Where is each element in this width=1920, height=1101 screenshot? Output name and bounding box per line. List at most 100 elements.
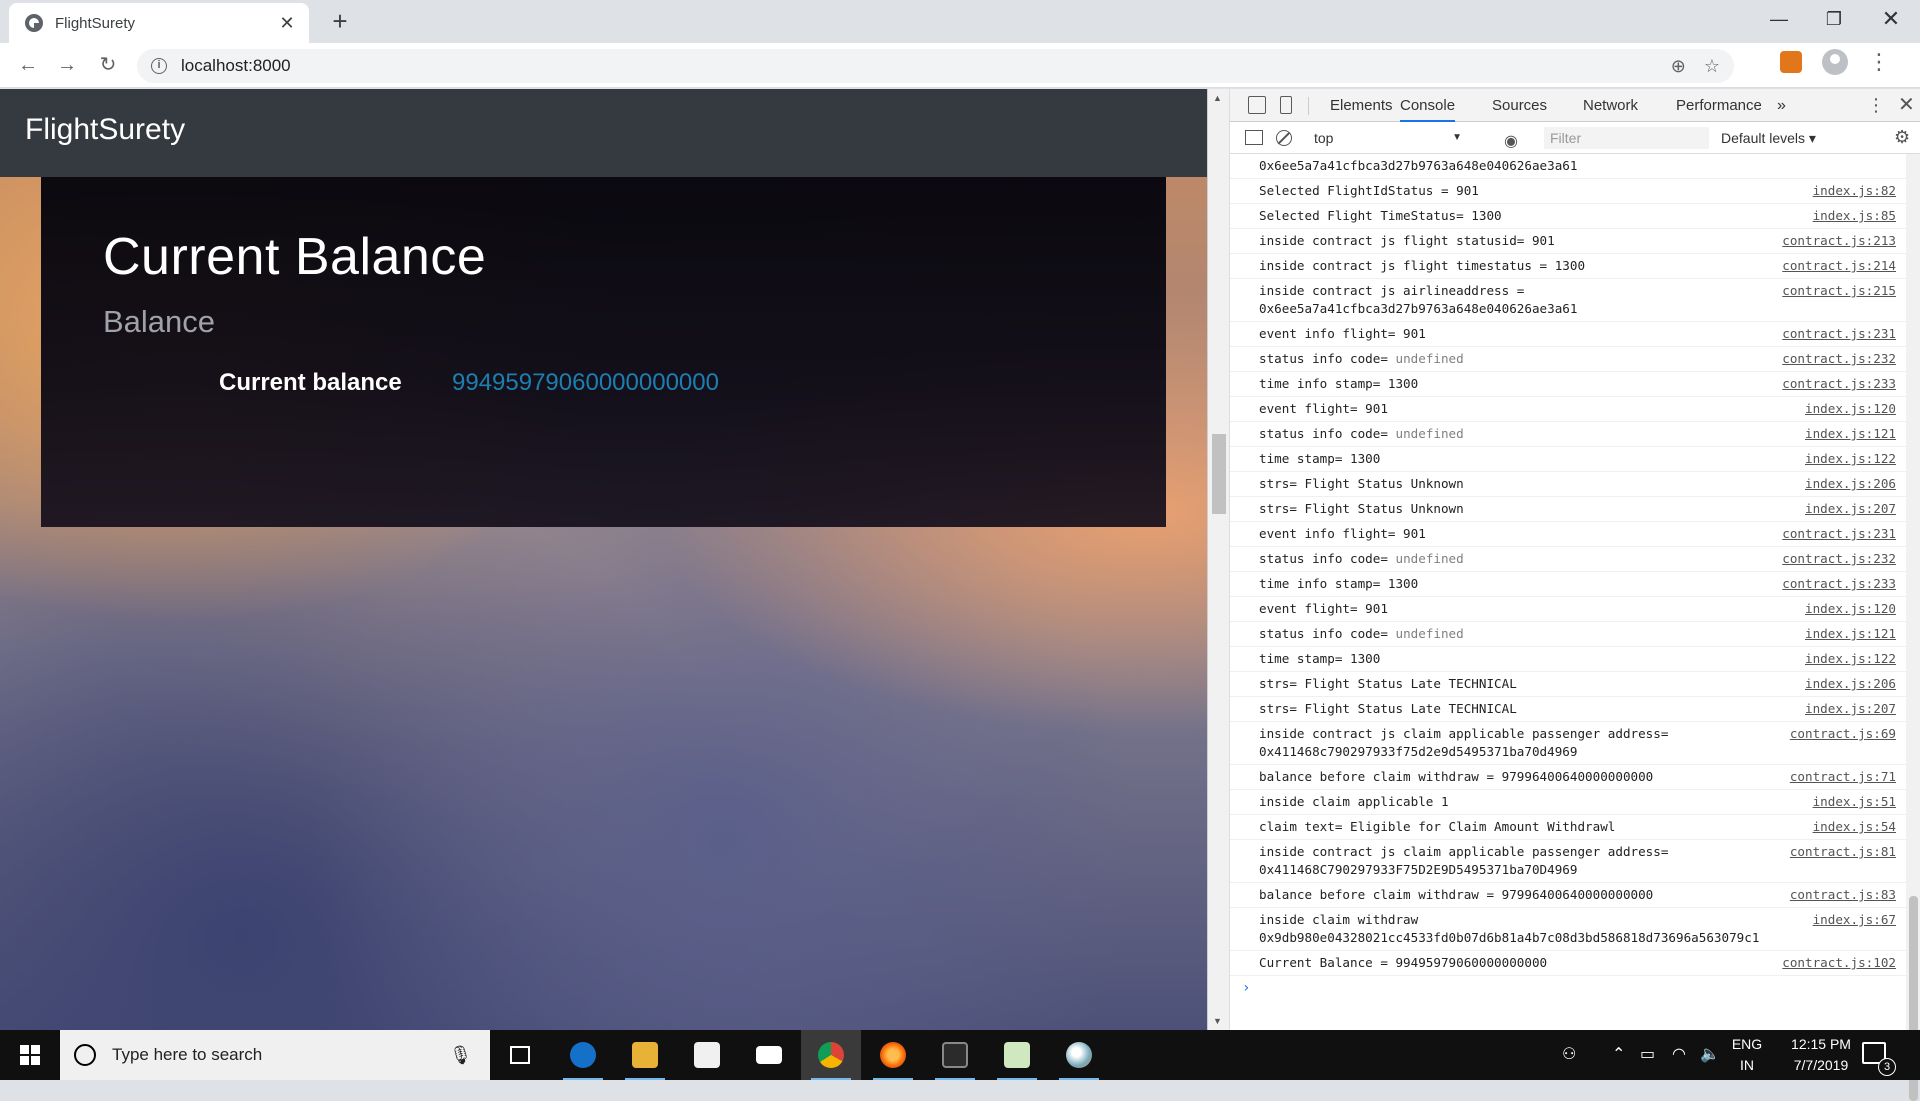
metamask-extension-icon[interactable]	[1780, 51, 1802, 73]
start-button[interactable]	[0, 1030, 60, 1080]
taskbar-file-explorer[interactable]	[615, 1030, 675, 1080]
log-source-link[interactable]: contract.js:81	[1790, 843, 1896, 861]
log-message: event flight= 901	[1259, 401, 1388, 416]
taskbar-notepad[interactable]	[987, 1030, 1047, 1080]
reload-button[interactable]: ↻	[94, 51, 122, 79]
log-source-link[interactable]: contract.js:214	[1782, 257, 1896, 275]
people-icon[interactable]: ⚇	[1562, 1030, 1576, 1080]
minimize-button[interactable]: —	[1750, 0, 1808, 40]
log-source-link[interactable]: index.js:122	[1805, 450, 1896, 468]
log-source-link[interactable]: contract.js:232	[1782, 350, 1896, 368]
log-source-link[interactable]: contract.js:231	[1782, 325, 1896, 343]
console-scrollbar[interactable]	[1906, 154, 1920, 1101]
log-source-link[interactable]: contract.js:71	[1790, 768, 1896, 786]
window-close-button[interactable]: ✕	[1862, 0, 1920, 40]
scroll-down-arrow-icon[interactable]: ▼	[1213, 1016, 1222, 1026]
taskbar-terminal[interactable]	[925, 1030, 985, 1080]
wifi-icon[interactable]: ◠	[1672, 1030, 1686, 1080]
scroll-up-arrow-icon[interactable]: ▲	[1213, 93, 1222, 103]
volume-icon[interactable]: 🔈	[1700, 1030, 1720, 1080]
log-message: Selected FlightIdStatus = 901	[1259, 183, 1479, 198]
console-prompt[interactable]: ›	[1230, 976, 1906, 1000]
info-icon[interactable]: i	[151, 58, 167, 74]
system-clock[interactable]: 12:15 PM 7/7/2019	[1766, 1034, 1876, 1076]
task-view-button[interactable]	[490, 1030, 550, 1080]
log-source-link[interactable]: index.js:122	[1805, 650, 1896, 668]
taskbar-store[interactable]	[677, 1030, 737, 1080]
taskbar-paint[interactable]	[1049, 1030, 1109, 1080]
bookmark-star-icon[interactable]: ☆	[1704, 56, 1720, 77]
devtools-menu-icon[interactable]: ⋮	[1867, 89, 1885, 122]
forward-button[interactable]: →	[53, 51, 81, 79]
show-hidden-icons[interactable]: ⌃	[1612, 1030, 1625, 1080]
taskbar-firefox[interactable]	[863, 1030, 923, 1080]
console-log-entry: inside contract js claim applicable pass…	[1230, 722, 1906, 765]
live-expression-eye-icon[interactable]: ◉	[1504, 131, 1518, 151]
navbar-brand[interactable]: FlightSurety	[25, 113, 185, 147]
tab-network[interactable]: Network	[1583, 89, 1638, 122]
inspect-element-icon[interactable]	[1248, 96, 1266, 114]
log-source-link[interactable]: index.js:82	[1813, 182, 1896, 200]
device-toolbar-icon[interactable]	[1280, 96, 1292, 114]
language-indicator[interactable]: ENG IN	[1727, 1034, 1767, 1076]
log-message: inside contract js flight statusid= 901	[1259, 233, 1555, 248]
browser-tab[interactable]: FlightSurety ✕	[9, 3, 309, 43]
log-source-link[interactable]: index.js:121	[1805, 625, 1896, 643]
tab-elements[interactable]: Elements	[1330, 89, 1393, 122]
console-log-entry: inside claim withdraw 0x9db980e04328021c…	[1230, 908, 1906, 951]
log-source-link[interactable]: contract.js:215	[1782, 282, 1896, 300]
console-log-entry: inside contract js flight timestatus = 1…	[1230, 254, 1906, 279]
log-source-link[interactable]: index.js:67	[1813, 911, 1896, 929]
log-source-link[interactable]: index.js:120	[1805, 600, 1896, 618]
log-source-link[interactable]: index.js:206	[1805, 475, 1896, 493]
log-source-link[interactable]: contract.js:231	[1782, 525, 1896, 543]
tab-sources[interactable]: Sources	[1492, 89, 1547, 122]
taskbar-edge[interactable]	[553, 1030, 613, 1080]
devtools-close-icon[interactable]: ✕	[1898, 89, 1915, 122]
filter-input[interactable]: Filter	[1544, 127, 1709, 149]
maximize-button[interactable]: ❐	[1805, 0, 1863, 40]
log-source-link[interactable]: contract.js:102	[1782, 954, 1896, 972]
console-sidebar-icon[interactable]	[1245, 130, 1263, 145]
log-source-link[interactable]: index.js:85	[1813, 207, 1896, 225]
taskbar-mail[interactable]	[739, 1030, 799, 1080]
log-source-link[interactable]: index.js:206	[1805, 675, 1896, 693]
log-source-link[interactable]: contract.js:83	[1790, 886, 1896, 904]
page-scroll-thumb[interactable]	[1212, 434, 1226, 514]
log-source-link[interactable]: contract.js:213	[1782, 232, 1896, 250]
log-message: time stamp= 1300	[1259, 651, 1381, 666]
log-undefined-value: undefined	[1395, 426, 1464, 441]
log-source-link[interactable]: index.js:120	[1805, 400, 1896, 418]
log-source-link[interactable]: index.js:207	[1805, 700, 1896, 718]
zoom-icon[interactable]: ⊕	[1671, 56, 1686, 77]
log-source-link[interactable]: contract.js:232	[1782, 550, 1896, 568]
address-bar[interactable]: i localhost:8000 ⊕ ☆	[137, 49, 1734, 83]
log-source-link[interactable]: contract.js:69	[1790, 725, 1896, 743]
tab-close-button[interactable]: ✕	[277, 13, 297, 34]
page-scrollbar[interactable]: ▲ ▼	[1208, 89, 1230, 1030]
log-source-link[interactable]: index.js:54	[1813, 818, 1896, 836]
profile-avatar[interactable]	[1822, 49, 1848, 75]
url-text[interactable]: localhost:8000	[181, 56, 291, 76]
back-button[interactable]: ←	[14, 51, 42, 79]
log-source-link[interactable]: contract.js:233	[1782, 575, 1896, 593]
tab-performance[interactable]: Performance	[1676, 89, 1762, 122]
log-source-link[interactable]: index.js:121	[1805, 425, 1896, 443]
battery-icon[interactable]: ▭	[1640, 1030, 1655, 1080]
log-source-link[interactable]: index.js:207	[1805, 500, 1896, 518]
log-levels-dropdown[interactable]: Default levels ▾	[1721, 122, 1816, 154]
browser-menu-icon[interactable]: ⋮	[1868, 49, 1890, 75]
taskbar-search-box[interactable]: Type here to search 🎙	[60, 1030, 490, 1080]
console-settings-gear-icon[interactable]: ⚙	[1894, 127, 1910, 148]
log-source-link[interactable]: index.js:51	[1813, 793, 1896, 811]
context-selector[interactable]: top ▼	[1310, 122, 1470, 154]
console-log-entry: event flight= 901 index.js:120	[1230, 597, 1906, 622]
tab-console[interactable]: Console	[1400, 89, 1456, 122]
log-source-link[interactable]: contract.js:233	[1782, 375, 1896, 393]
more-tabs-button[interactable]: »	[1777, 89, 1786, 122]
clear-console-icon[interactable]	[1276, 130, 1292, 146]
devtools-tabbar: Elements Console Sources Network Perform…	[1230, 89, 1920, 122]
new-tab-button[interactable]: +	[325, 6, 355, 36]
taskbar-chrome[interactable]	[801, 1030, 861, 1080]
microphone-icon[interactable]: 🎙	[449, 1045, 472, 1066]
